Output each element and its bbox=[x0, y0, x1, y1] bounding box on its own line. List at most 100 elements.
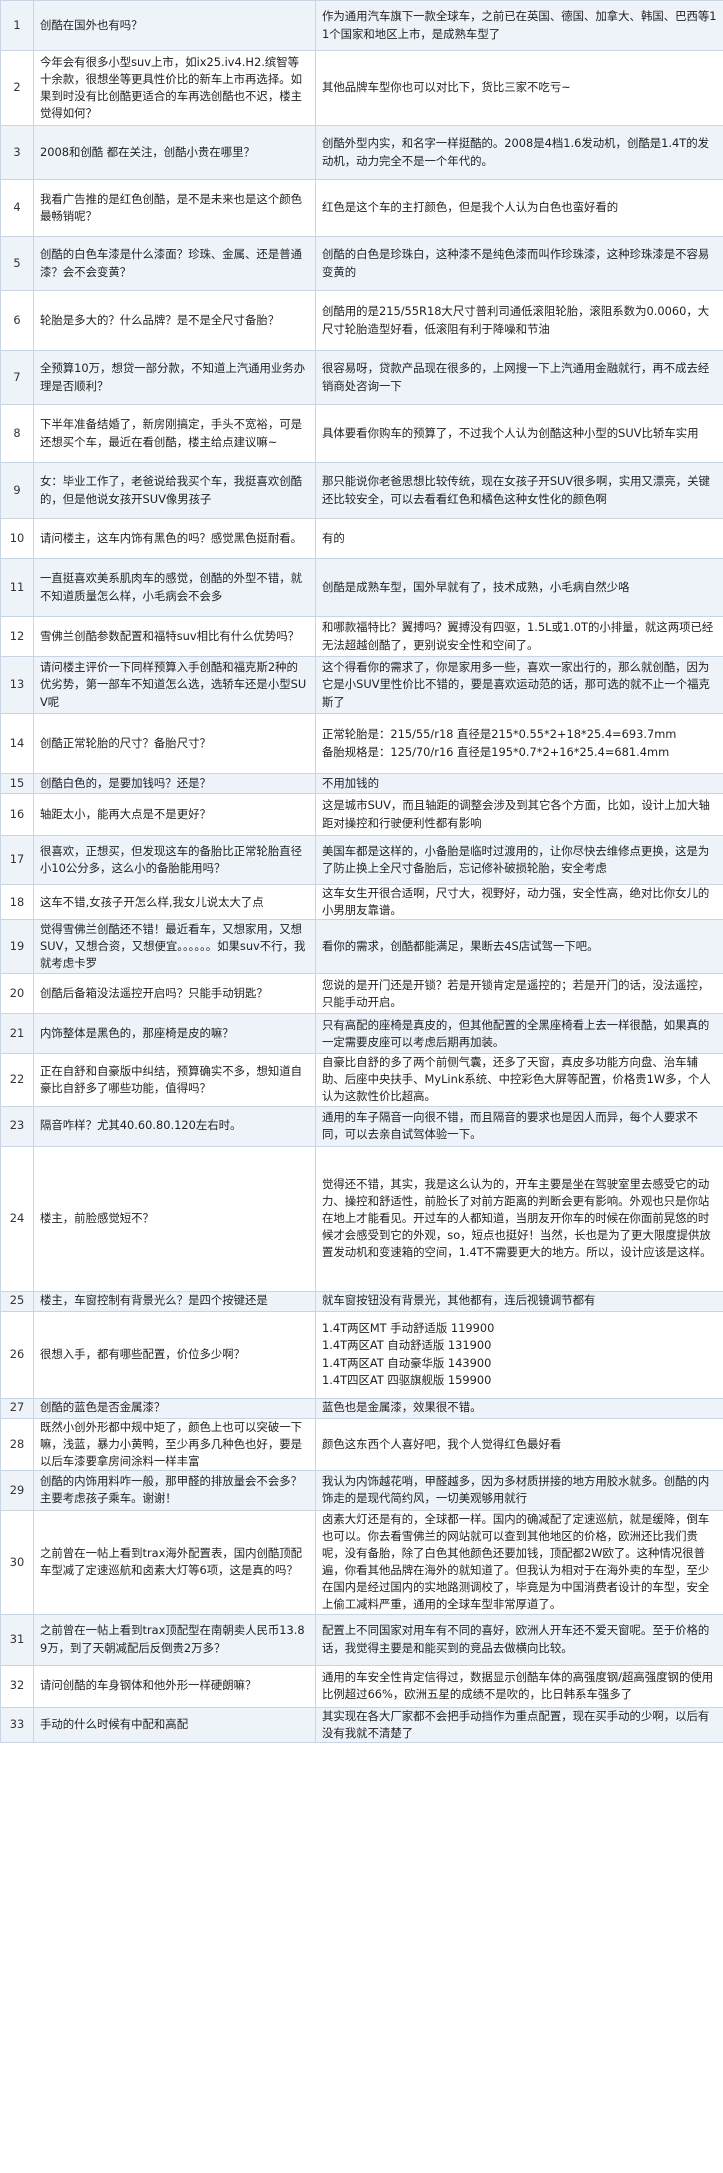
row-number: 1 bbox=[0, 0, 34, 51]
row-number: 7 bbox=[0, 350, 34, 405]
row-number: 31 bbox=[0, 1613, 34, 1666]
answer-cell: 创酷的白色是珍珠白，这种漆不是纯色漆而叫作珍珠漆，这种珍珠漆是不容易变黄的 bbox=[315, 236, 723, 291]
table-row: 24 楼主，前脸感觉短不？ 觉得还不错，其实，我是这么认为的，开车主要是坐在驾驶室里… bbox=[0, 1145, 723, 1292]
table-row: 14 创酷正常轮胎的尺寸？备胎尺寸？ 正常轮胎是：215/55/r18 直径是215… bbox=[0, 713, 723, 774]
row-number: 30 bbox=[0, 1509, 34, 1615]
table-row: 22 正在自舒和自豪版中纠结，预算确实不多，想知道自豪比自舒多了哪些功能，值得吗？… bbox=[0, 1053, 723, 1107]
answer-cell: 具体要看你购车的预算了，不过我个人认为创酷这种小型的SUV比轿车实用 bbox=[315, 404, 723, 463]
row-number: 11 bbox=[0, 558, 34, 617]
table-row: 25 楼主，车窗控制有背景光么？是四个按键还是 就车窗按钮没有背景光，其他都有，连后… bbox=[0, 1290, 723, 1312]
answer-cell: 这个得看你的需求了，你是家用多一些，喜欢一家出行的，那么就创酷，因为它是小SUV… bbox=[315, 656, 723, 714]
row-number: 14 bbox=[0, 713, 34, 774]
table-row: 12 雪佛兰创酷参数配置和福特suv相比有什么优势吗？ 和哪款福特比？翼搏吗？翼搏没… bbox=[0, 616, 723, 657]
faq-table: 1 创酷在国外也有吗？ 作为通用汽车旗下一款全球车，之前已在英国、德国、加拿大、韩国… bbox=[0, 0, 723, 1743]
question-cell: 女：毕业工作了，老爸说给我买个车，我挺喜欢创酷的，但是他说女孩开SUV像男孩子 bbox=[33, 462, 316, 519]
table-row: 9 女：毕业工作了，老爸说给我买个车，我挺喜欢创酷的，但是他说女孩开SUV像男孩子… bbox=[0, 462, 723, 519]
row-number: 25 bbox=[0, 1290, 34, 1312]
row-number: 19 bbox=[0, 919, 34, 975]
question-cell: 内饰整体是黑色的，那座椅是皮的嘛？ bbox=[33, 1013, 316, 1055]
row-number: 26 bbox=[0, 1310, 34, 1399]
answer-cell: 创酷是成熟车型，国外早就有了，技术成熟，小毛病自然少咯 bbox=[315, 558, 723, 617]
question-cell: 楼主，车窗控制有背景光么？是四个按键还是 bbox=[33, 1290, 316, 1312]
table-row: 19 觉得雪佛兰创酷还不错！最近看车，又想家用，又想SUV，又想合资，又想便宜。。… bbox=[0, 919, 723, 975]
question-cell: 2008和创酷 都在关注，创酷小贵在哪里？ bbox=[33, 125, 316, 180]
question-cell: 这车不错,女孩子开怎么样,我女儿说太大了点 bbox=[33, 883, 316, 921]
answer-cell: 觉得还不错，其实，我是这么认为的，开车主要是坐在驾驶室里去感受它的动力、操控和舒… bbox=[315, 1145, 723, 1292]
row-number: 15 bbox=[0, 773, 34, 794]
row-number: 32 bbox=[0, 1664, 34, 1708]
question-cell: 轴距太小，能再大点是不是更好？ bbox=[33, 793, 316, 836]
question-cell: 下半年准备结婚了，新房刚搞定，手头不宽裕，可是还想买个车，最近在看创酷，楼主给点… bbox=[33, 404, 316, 463]
row-number: 24 bbox=[0, 1145, 34, 1292]
row-number: 9 bbox=[0, 462, 34, 519]
row-number: 17 bbox=[0, 835, 34, 885]
question-cell: 请问楼主，这车内饰有黑色的吗？感觉黑色挺耐看。 bbox=[33, 518, 316, 559]
question-cell: 创酷白色的，是要加钱吗？还是？ bbox=[33, 773, 316, 794]
question-cell: 今年会有很多小型suv上市，如ix25.iv4.H2.缤智等十余款，很想坐等更具… bbox=[33, 50, 316, 126]
table-row: 7 全预算10万，想贷一部分款，不知道上汽通用业务办理是否顺利？ 很容易呀，贷款产品… bbox=[0, 350, 723, 405]
answer-cell: 正常轮胎是：215/55/r18 直径是215*0.55*2+18*25.4=6… bbox=[315, 713, 723, 774]
question-cell: 创酷在国外也有吗？ bbox=[33, 0, 316, 51]
table-row: 28 既然小创外形都中规中矩了，颜色上也可以突破一下嘛，浅蓝，暴力小黄鸭，至少再多… bbox=[0, 1417, 723, 1471]
answer-cell: 那只能说你老爸思想比较传统，现在女孩子开SUV很多啊，实用又漂亮，关键还比较安全… bbox=[315, 462, 723, 519]
table-row: 1 创酷在国外也有吗？ 作为通用汽车旗下一款全球车，之前已在英国、德国、加拿大、韩国… bbox=[0, 0, 723, 51]
row-number: 5 bbox=[0, 236, 34, 291]
row-number: 29 bbox=[0, 1469, 34, 1511]
faq-table-body: 1 创酷在国外也有吗？ 作为通用汽车旗下一款全球车，之前已在英国、德国、加拿大、韩国… bbox=[0, 0, 723, 1743]
row-number: 27 bbox=[0, 1397, 34, 1419]
table-row: 21 内饰整体是黑色的，那座椅是皮的嘛？ 只有高配的座椅是真皮的，但其他配置的全黑座… bbox=[0, 1013, 723, 1055]
answer-cell: 自豪比自舒的多了两个前侧气囊，还多了天窗，真皮多功能方向盘、治车辅助、后座中央扶… bbox=[315, 1053, 723, 1107]
question-cell: 请问楼主评价一下同样预算入手创酷和福克斯2种的优劣势，第一部车不知道怎么选，选轿… bbox=[33, 656, 316, 714]
answer-cell: 配置上不同国家对用车有不同的喜好，欧洲人开车还不爱天窗呢。至于价格的话，我觉得主… bbox=[315, 1613, 723, 1666]
row-number: 8 bbox=[0, 404, 34, 463]
table-row: 30 之前曾在一帖上看到trax海外配置表，国内创酷顶配车型减了定速巡航和卤素大灯… bbox=[0, 1509, 723, 1615]
question-cell: 楼主，前脸感觉短不？ bbox=[33, 1145, 316, 1292]
question-cell: 创酷正常轮胎的尺寸？备胎尺寸？ bbox=[33, 713, 316, 774]
table-row: 26 很想入手，都有哪些配置，价位多少啊？ 1.4T两区MT 手动舒适版 11990… bbox=[0, 1310, 723, 1399]
table-row: 10 请问楼主，这车内饰有黑色的吗？感觉黑色挺耐看。 有的 bbox=[0, 518, 723, 559]
question-cell: 请问创酷的车身钢体和他外形一样硬朗嘛？ bbox=[33, 1664, 316, 1708]
table-row: 6 轮胎是多大的？什么品牌？是不是全尺寸备胎？ 创酷用的是215/55R18大尺寸普… bbox=[0, 290, 723, 351]
row-number: 23 bbox=[0, 1105, 34, 1147]
row-number: 2 bbox=[0, 50, 34, 126]
answer-cell: 很容易呀，贷款产品现在很多的，上网搜一下上汽通用金融就行，再不成去经销商处咨询一… bbox=[315, 350, 723, 405]
answer-cell: 创酷外型内实，和名字一样挺酷的。2008是4档1.6发动机，创酷是1.4T的发动… bbox=[315, 125, 723, 180]
question-cell: 很喜欢，正想买，但发现这车的备胎比正常轮胎直径小10公分多，这么小的备胎能用吗？ bbox=[33, 835, 316, 885]
answer-cell: 其实现在各大厂家都不会把手动挡作为重点配置，现在买手动的少啊，以后有没有我就不清… bbox=[315, 1706, 723, 1743]
question-cell: 之前曾在一帖上看到trax海外配置表，国内创酷顶配车型减了定速巡航和卤素大灯等6… bbox=[33, 1509, 316, 1615]
row-number: 33 bbox=[0, 1706, 34, 1743]
row-number: 22 bbox=[0, 1053, 34, 1107]
table-row: 32 请问创酷的车身钢体和他外形一样硬朗嘛？ 通用的车安全性肯定信得过，数据显示创酷… bbox=[0, 1664, 723, 1708]
answer-cell: 就车窗按钮没有背景光，其他都有，连后视镜调节都有 bbox=[315, 1290, 723, 1312]
question-cell: 全预算10万，想贷一部分款，不知道上汽通用业务办理是否顺利？ bbox=[33, 350, 316, 405]
table-row: 20 创酷后备箱没法遥控开启吗？只能手动钥匙？ 您说的是开门还是开锁？若是开锁肯定是… bbox=[0, 973, 723, 1015]
table-row: 33 手动的什么时候有中配和高配 其实现在各大厂家都不会把手动挡作为重点配置，现在买… bbox=[0, 1706, 723, 1743]
table-row: 11 一直挺喜欢美系肌肉车的感觉，创酷的外型不错，就不知道质量怎么样，小毛病会不会… bbox=[0, 558, 723, 617]
row-number: 12 bbox=[0, 616, 34, 657]
question-cell: 隔音咋样？尤其40.60.80.120左右时。 bbox=[33, 1105, 316, 1147]
question-cell: 创酷的蓝色是否金属漆？ bbox=[33, 1397, 316, 1419]
table-row: 4 我看广告推的是红色创酷，是不是未来也是这个颜色最畅销呢？ 红色是这个车的主打颜色… bbox=[0, 179, 723, 237]
question-cell: 一直挺喜欢美系肌肉车的感觉，创酷的外型不错，就不知道质量怎么样，小毛病会不会多 bbox=[33, 558, 316, 617]
row-number: 13 bbox=[0, 656, 34, 714]
row-number: 20 bbox=[0, 973, 34, 1015]
question-cell: 很想入手，都有哪些配置，价位多少啊？ bbox=[33, 1310, 316, 1399]
answer-cell: 1.4T两区MT 手动舒适版 119900 1.4T两区AT 自动舒适版 131… bbox=[315, 1310, 723, 1399]
question-cell: 觉得雪佛兰创酷还不错！最近看车，又想家用，又想SUV，又想合资，又想便宜。。。。… bbox=[33, 919, 316, 975]
answer-cell: 看你的需求，创酷都能满足，果断去4S店试驾一下吧。 bbox=[315, 919, 723, 975]
table-row: 17 很喜欢，正想买，但发现这车的备胎比正常轮胎直径小10公分多，这么小的备胎能用… bbox=[0, 835, 723, 885]
question-cell: 创酷的白色车漆是什么漆面？珍珠、金属、还是普通漆？会不会变黄？ bbox=[33, 236, 316, 291]
answer-cell: 我认为内饰越花哨，甲醛越多，因为多材质拼接的地方用胶水就多。创酷的内饰走的是现代… bbox=[315, 1469, 723, 1511]
question-cell: 创酷的内饰用料咋一般，那甲醛的排放量会不会多？主要考虑孩子乘车。谢谢！ bbox=[33, 1469, 316, 1511]
table-row: 5 创酷的白色车漆是什么漆面？珍珠、金属、还是普通漆？会不会变黄？ 创酷的白色是珍珠… bbox=[0, 236, 723, 291]
answer-cell: 红色是这个车的主打颜色，但是我个人认为白色也蛮好看的 bbox=[315, 179, 723, 237]
answer-cell: 这是城市SUV，而且轴距的调整会涉及到其它各个方面，比如，设计上加大轴距对操控和… bbox=[315, 793, 723, 836]
question-cell: 雪佛兰创酷参数配置和福特suv相比有什么优势吗？ bbox=[33, 616, 316, 657]
answer-cell: 卤素大灯还是有的，全球都一样。国内的确减配了定速巡航，就是缓降，倒车也可以。你去… bbox=[315, 1509, 723, 1615]
answer-cell: 颜色这东西个人喜好吧，我个人觉得红色最好看 bbox=[315, 1417, 723, 1471]
row-number: 16 bbox=[0, 793, 34, 836]
question-cell: 轮胎是多大的？什么品牌？是不是全尺寸备胎？ bbox=[33, 290, 316, 351]
question-cell: 之前曾在一帖上看到trax顶配型在南朝卖人民币13.89万，到了天朝减配后反倒贵… bbox=[33, 1613, 316, 1666]
row-number: 18 bbox=[0, 883, 34, 921]
table-row: 18 这车不错,女孩子开怎么样,我女儿说太大了点 这车女生开很合适啊，尺寸大，视野好… bbox=[0, 883, 723, 921]
